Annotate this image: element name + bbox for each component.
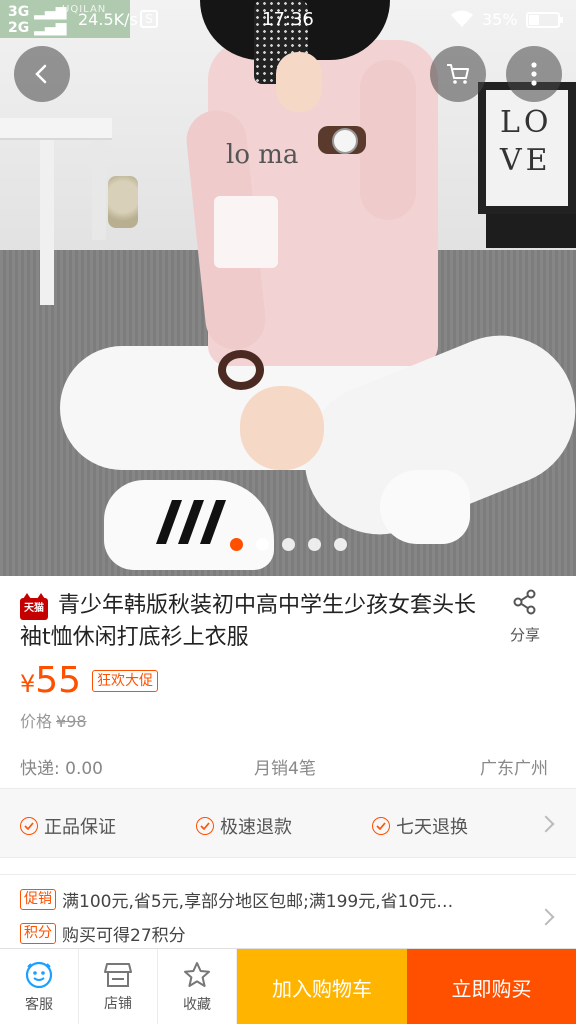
photo-table [0, 118, 112, 305]
price-value: 55 [35, 660, 82, 701]
guarantee-item: 正品保证 [20, 813, 116, 839]
share-button[interactable]: 分享 [500, 588, 550, 645]
carousel-indicator [230, 538, 347, 551]
clock: 17:36 [262, 9, 314, 30]
chevron-left-icon [35, 64, 47, 84]
network-speed: 24.5K/s [78, 10, 138, 29]
promotion-row: 促销 满100元,省5元,享部分地区包邮;满199元,省10元… [20, 887, 453, 912]
points-text: 购买可得27积分 [62, 926, 186, 946]
more-vertical-icon [531, 62, 537, 86]
original-price-label: 价格 [20, 712, 53, 731]
carousel-dot[interactable] [256, 538, 269, 551]
chevron-right-icon [537, 815, 555, 833]
carousel-dot[interactable] [308, 538, 321, 551]
original-price-value: ¥98 [56, 712, 87, 731]
favorite-button[interactable]: 收藏 [158, 949, 237, 1024]
points-row: 积分 购买可得27积分 [20, 921, 186, 946]
service-guarantees[interactable]: 正品保证 极速退款 七天退换 [0, 788, 576, 858]
photo-watch [318, 126, 366, 154]
sim-icon: S [140, 10, 158, 28]
shipping-fee: 快递: 0.00 [20, 759, 103, 779]
currency-symbol: ¥ [20, 670, 36, 698]
poster-text: LO VE [500, 105, 553, 178]
store-button[interactable]: 店铺 [79, 949, 158, 1024]
add-to-cart-button[interactable]: 加入购物车 [237, 949, 407, 1024]
product-title: 青少年韩版秋装初中高中学生少孩女套头长袖t恤休闲打底衫上衣服 [20, 593, 477, 650]
battery-icon [526, 12, 563, 28]
back-button[interactable] [14, 46, 70, 102]
guarantee-item: 七天退换 [372, 813, 468, 839]
guarantee-item: 极速退款 [196, 813, 292, 839]
customer-service-icon [25, 961, 53, 989]
promotion-text: 满100元,省5元,享部分地区包邮;满199元,省10元… [62, 892, 454, 912]
star-icon [184, 962, 210, 987]
points-tag: 积分 [20, 923, 56, 944]
share-icon [513, 589, 536, 615]
carousel-dot-active[interactable] [230, 538, 243, 551]
check-circle-icon [196, 817, 214, 835]
wifi-icon [451, 10, 473, 27]
original-price: 价格 ¥98 [20, 708, 87, 732]
product-info: 天猫 青少年韩版秋装初中高中学生少孩女套头长袖t恤休闲打底衫上衣服 分享 ¥55… [0, 576, 576, 788]
status-bar: 3G ▂▄▆ 2G ▂▄▆ 24.5K/s S 17:36 35% [0, 0, 576, 38]
customer-service-label: 客服 [25, 997, 53, 1013]
network-indicator: 3G ▂▄▆ 2G ▂▄▆ [8, 4, 67, 36]
store-icon [104, 963, 132, 987]
chevron-right-icon [537, 908, 555, 926]
battery-percent: 35% [482, 10, 518, 29]
customer-service-button[interactable]: 客服 [0, 949, 79, 1024]
store-label: 店铺 [104, 996, 132, 1012]
photo-shoe [380, 470, 470, 544]
guarantee-label: 正品保证 [44, 817, 116, 838]
cart-button[interactable] [430, 46, 486, 102]
guarantee-label: 极速退款 [220, 817, 292, 838]
carousel-dot[interactable] [282, 538, 295, 551]
guarantee-label: 七天退换 [396, 817, 468, 838]
carousel-dot[interactable] [334, 538, 347, 551]
more-menu-button[interactable] [506, 46, 562, 102]
buy-now-button[interactable]: 立即购买 [407, 949, 576, 1024]
promo-tag: 狂欢大促 [92, 670, 158, 692]
bottom-action-bar: 客服 店铺 收藏 加入购物车 立即购买 [0, 948, 576, 1024]
favorite-label: 收藏 [183, 997, 211, 1013]
cart-icon [447, 64, 469, 84]
photo-poster: LO VE [478, 82, 576, 214]
monthly-sales: 月销4笔 [254, 759, 316, 779]
price: ¥55 [20, 660, 81, 701]
promotions[interactable]: 促销 满100元,省5元,享部分地区包邮;满199元,省10元… 积分 购买可得… [0, 874, 576, 948]
photo-box [486, 214, 576, 248]
check-circle-icon [20, 817, 38, 835]
check-circle-icon [372, 817, 390, 835]
promo-type-tag: 促销 [20, 889, 56, 910]
ship-location: 广东广州 [480, 759, 548, 779]
share-label: 分享 [509, 626, 540, 644]
photo-shoe [104, 480, 274, 570]
product-image-carousel[interactable]: LO VE lo ma UQILAN [0, 0, 576, 576]
product-detail-page: LO VE lo ma UQILAN 3G ▂▄▆ 2G ▂▄▆ 24.5K/s… [0, 0, 576, 1024]
photo-plant [108, 176, 138, 228]
